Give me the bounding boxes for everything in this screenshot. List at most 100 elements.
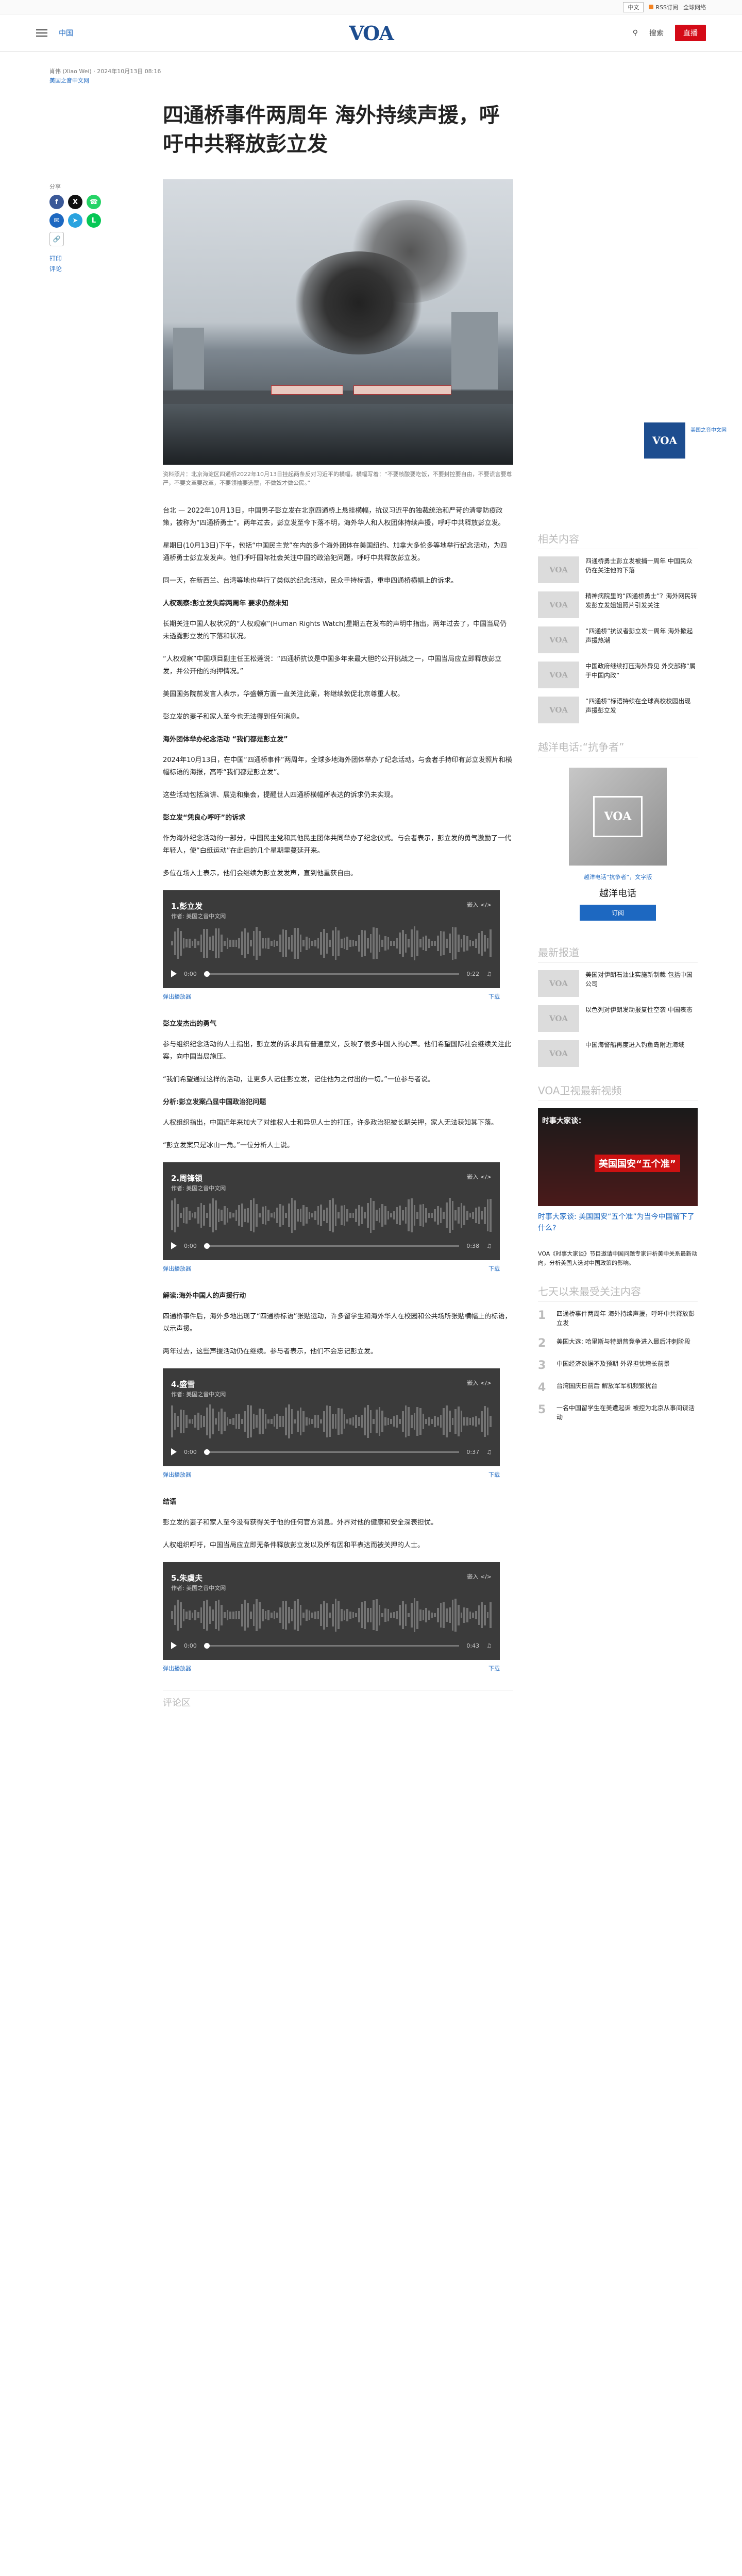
print-link[interactable]: 打印 [49, 253, 163, 264]
audio-time: 0:00 [184, 1242, 197, 1249]
popular-item[interactable]: 5 一名中国留学生在美遭起诉 被控为北京从事间谍活动 [538, 1403, 698, 1422]
popular-item[interactable]: 3 中国经济数据不及预期 外界担忧增长前景 [538, 1359, 698, 1372]
x-icon[interactable]: X [68, 195, 82, 209]
sidebar: 相关内容 VOA 四通桥勇士彭立发被捕一周年 中国民众仍在关注他的下落 VOA 精神… [538, 52, 698, 1709]
embed-button[interactable]: 嵌入 </> [467, 901, 492, 909]
download-link[interactable]: 下载 [488, 1264, 500, 1273]
live-button[interactable]: 直播 [675, 24, 706, 41]
rss-link[interactable]: RSS订阅 [649, 3, 678, 11]
popular-item[interactable]: 4 台湾国庆日前后 解放军军机频繁扰台 [538, 1381, 698, 1394]
facebook-icon[interactable]: f [49, 195, 64, 209]
audio-author: 作者: 美国之音中文网 [171, 1185, 226, 1192]
subheading: 解读:海外中国人的声援行动 [163, 1292, 246, 1300]
related-item[interactable]: VOA 精神病院里的“四通桥勇士”？海外网民转发彭立发姐姐照片引发关注 [538, 591, 698, 618]
play-icon[interactable] [171, 970, 177, 977]
comments-heading: 评论区 [163, 1690, 513, 1709]
section-tag[interactable]: 美国之音中文网 [49, 77, 89, 84]
latest-item[interactable]: VOA 美国对伊朗石油业实施新制裁 包括中国公司 [538, 970, 698, 997]
paragraph: 四通桥事件后，海外多地出现了“四通桥标语”张贴运动，许多留学生和海外华人在校园和… [163, 1313, 512, 1333]
article-meta: 肖伟 (Xiao Wei) · 2024年10月13日 08:16 美国之音中文… [49, 68, 161, 84]
audio-seekbar[interactable] [204, 1642, 460, 1649]
global-network-link[interactable]: 全球网络 [683, 3, 706, 11]
thumbnail: VOA [538, 591, 579, 618]
play-icon[interactable] [171, 1642, 177, 1649]
video-title: VOA卫视最新视频 [538, 1082, 698, 1101]
audio-title: 1.彭立发 [171, 902, 203, 911]
subscribe-button[interactable]: 订阅 [579, 905, 656, 921]
paragraph: 彭立发的妻子和家人至今也无法得到任何消息。 [163, 713, 304, 721]
audio-time: 0:00 [184, 1448, 197, 1455]
latest-item[interactable]: VOA 以色列对伊朗发动报复性空袭 中国表态 [538, 1005, 698, 1032]
audio-player[interactable]: 4.盛雪 作者: 美国之音中文网 嵌入 </> 0:00 0:37 ♫ [163, 1368, 500, 1466]
audio-player[interactable]: 2.周锋锁 作者: 美国之音中文网 嵌入 </> 0:00 0:38 ♫ [163, 1162, 500, 1260]
hotline-link[interactable]: 越洋电话“抗争者”，文字版 [538, 873, 698, 882]
voa-float-text[interactable]: 美国之音中文网 [690, 427, 732, 434]
audio-author: 作者: 美国之音中文网 [171, 1391, 226, 1398]
popular-item[interactable]: 2 美国大选: 哈里斯与特朗普竞争进入最后冲刺阶段 [538, 1337, 698, 1350]
audio-player[interactable]: 5.朱虞夫 作者: 美国之音中文网 嵌入 </> 0:00 0:43 ♫ [163, 1562, 500, 1660]
date: 2024年10月13日 08:16 [97, 68, 161, 75]
download-link[interactable]: 下载 [488, 1664, 500, 1672]
volume-icon[interactable]: ♫ [486, 971, 492, 977]
related-item[interactable]: VOA “四通桥”标语持续在全球高校校园出现 声援彭立发 [538, 697, 698, 723]
hotline-cover[interactable]: VOA [569, 768, 667, 866]
link-icon[interactable]: 🔗 [49, 232, 64, 246]
paragraph: 参与组织纪念活动的人士指出，彭立发的诉求具有普遍意义，反映了很多中国人的心声。他… [163, 1041, 512, 1061]
search-label[interactable]: 搜索 [649, 28, 664, 38]
top-utility-bar: 中文 RSS订阅 全球网络 [0, 0, 742, 14]
share-label: 分享 [49, 183, 61, 190]
audio-player[interactable]: 1.彭立发 作者: 美国之音中文网 嵌入 </> 0:00 0:22 ♫ [163, 890, 500, 988]
popout-player-link[interactable]: 弹出播放器 [163, 1470, 191, 1479]
audio-author: 作者: 美国之音中文网 [171, 913, 226, 920]
telegram-icon[interactable]: ➤ [68, 213, 82, 228]
subheading: 人权观察:彭立发失踪两周年 要求仍然未知 [163, 600, 289, 607]
volume-icon[interactable]: ♫ [486, 1243, 492, 1249]
thumbnail: VOA [538, 556, 579, 583]
audio-seekbar[interactable] [204, 971, 460, 977]
popout-player-link[interactable]: 弹出播放器 [163, 992, 191, 1001]
paragraph: 星期日(10月13日)下午，包括“中国民主党”在内的多个海外团体在美国纽约、加拿… [163, 542, 507, 562]
image-caption: 资料照片：北京海淀区四通桥2022年10月13日挂起两条反对习近平的横幅，横幅写… [163, 471, 512, 486]
whatsapp-icon[interactable]: ☎ [87, 195, 101, 209]
download-link[interactable]: 下载 [488, 992, 500, 1001]
audio-duration: 0:38 [466, 1242, 480, 1249]
menu-icon[interactable] [36, 29, 47, 37]
subheading: 彭立发杰出的勇气 [163, 1020, 217, 1028]
paragraph: 多位在场人士表示，他们会继续为彭立发发声，直到他重获自由。 [163, 870, 358, 877]
section-link[interactable]: 中国 [59, 28, 73, 38]
volume-icon[interactable]: ♫ [486, 1642, 492, 1649]
embed-button[interactable]: 嵌入 </> [467, 1379, 492, 1387]
video-thumbnail[interactable]: 时事大家谈： 美国国安“五个准” [538, 1108, 698, 1206]
site-header: 中国 VOA ⚲ 搜索 直播 [0, 14, 742, 52]
search-icon[interactable]: ⚲ [633, 29, 638, 37]
play-icon[interactable] [171, 1448, 177, 1455]
popout-player-link[interactable]: 弹出播放器 [163, 1664, 191, 1672]
paragraph: “彭立发案只是冰山一角。”一位分析人士说。 [163, 1142, 294, 1149]
audio-title: 4.盛雪 [171, 1380, 195, 1389]
embed-button[interactable]: 嵌入 </> [467, 1572, 492, 1581]
comments-link[interactable]: 评论 [49, 264, 163, 274]
latest-item[interactable]: VOA 中国海警船再度进入钓鱼岛附近海域 [538, 1040, 698, 1067]
related-item[interactable]: VOA “四通桥”抗议者彭立发一周年 海外掀起声援热潮 [538, 626, 698, 653]
voa-logo[interactable]: VOA [346, 21, 396, 45]
volume-icon[interactable]: ♫ [486, 1449, 492, 1455]
video-caption[interactable]: 时事大家谈: 美国国安“五个准”为当今中国留下了什么? [538, 1211, 698, 1234]
embed-button[interactable]: 嵌入 </> [467, 1173, 492, 1181]
thumbnail: VOA [538, 970, 579, 997]
play-icon[interactable] [171, 1242, 177, 1249]
byline: 肖伟 (Xiao Wei) [49, 68, 92, 75]
related-item[interactable]: VOA 四通桥勇士彭立发被捕一周年 中国民众仍在关注他的下落 [538, 556, 698, 583]
audio-seekbar[interactable] [204, 1243, 460, 1249]
voa-float-logo[interactable]: VOA [644, 422, 685, 459]
popular-item[interactable]: 1 四通桥事件两周年 海外持续声援，呼吁中共释放彭立发 [538, 1309, 698, 1328]
related-item[interactable]: VOA 中国政府继续打压海外异见 外交部称“属于中国内政” [538, 662, 698, 688]
popout-player-link[interactable]: 弹出播放器 [163, 1264, 191, 1273]
language-select[interactable]: 中文 [623, 2, 644, 12]
line-icon[interactable]: L [87, 213, 101, 228]
subheading: 彭立发“凭良心呼吁”的诉求 [163, 814, 246, 822]
audio-seekbar[interactable] [204, 1449, 460, 1455]
subheading: 海外团体举办纪念活动 “我们都是彭立发” [163, 736, 288, 743]
download-link[interactable]: 下载 [488, 1470, 500, 1479]
hotline-widget: VOA 越洋电话“抗争者”，文字版 越洋电话 订阅 [538, 768, 698, 921]
email-icon[interactable]: ✉ [49, 213, 64, 228]
